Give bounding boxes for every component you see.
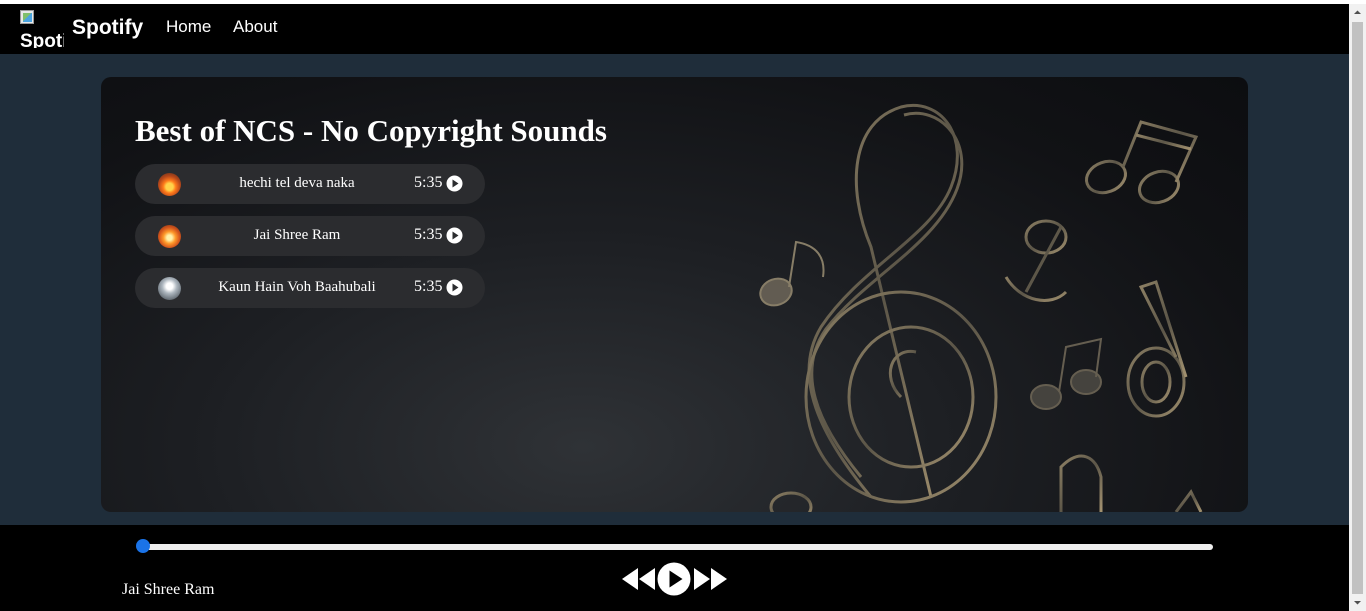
logo-image-broken[interactable]: Spotify [20, 10, 64, 48]
scroll-up-arrow-icon[interactable] [1349, 4, 1366, 21]
play-circle-icon[interactable] [446, 175, 463, 192]
player-bar: Jai Shree Ram [0, 525, 1349, 611]
play-icon[interactable] [657, 562, 691, 596]
song-cover-image [158, 277, 181, 300]
song-item[interactable]: Kaun Hain Voh Baahubali 5:35 [135, 268, 485, 308]
playlist-container: Best of NCS - No Copyright Sounds hechi … [101, 77, 1248, 512]
now-playing-title: Jai Shree Ram [122, 581, 215, 598]
scroll-down-arrow-icon[interactable] [1349, 594, 1366, 611]
progress-slider-thumb[interactable] [136, 539, 150, 553]
song-name: hechi tel deva naka [239, 175, 355, 191]
broken-image-icon [20, 10, 34, 24]
scrollbar-thumb[interactable] [1352, 22, 1363, 594]
song-name: Jai Shree Ram [253, 227, 341, 243]
brand-name: Spotify [72, 16, 144, 39]
vertical-scrollbar[interactable] [1349, 4, 1366, 611]
nav-link-home[interactable]: Home [166, 17, 211, 37]
song-item[interactable]: hechi tel deva naka 5:35 [135, 164, 485, 204]
play-circle-icon[interactable] [446, 279, 463, 296]
song-cover-image [158, 225, 181, 248]
song-cover-image [158, 173, 181, 196]
song-item[interactable]: Jai Shree Ram 5:35 [135, 216, 485, 256]
song-duration: 5:35 [414, 226, 443, 243]
nav-link-about[interactable]: About [233, 17, 277, 37]
next-icon[interactable] [693, 567, 728, 591]
progress-bar[interactable] [143, 544, 1213, 550]
song-name: Kaun Hain Voh Baahubali [218, 279, 376, 295]
playlist-title: Best of NCS - No Copyright Sounds [135, 113, 607, 148]
song-duration: 5:35 [414, 174, 443, 191]
song-duration: 5:35 [414, 278, 443, 295]
previous-icon[interactable] [621, 567, 656, 591]
navbar: Spotify Spotify Home About [0, 4, 1349, 54]
logo-alt-text: Spotify [20, 31, 64, 49]
play-circle-icon[interactable] [446, 227, 463, 244]
